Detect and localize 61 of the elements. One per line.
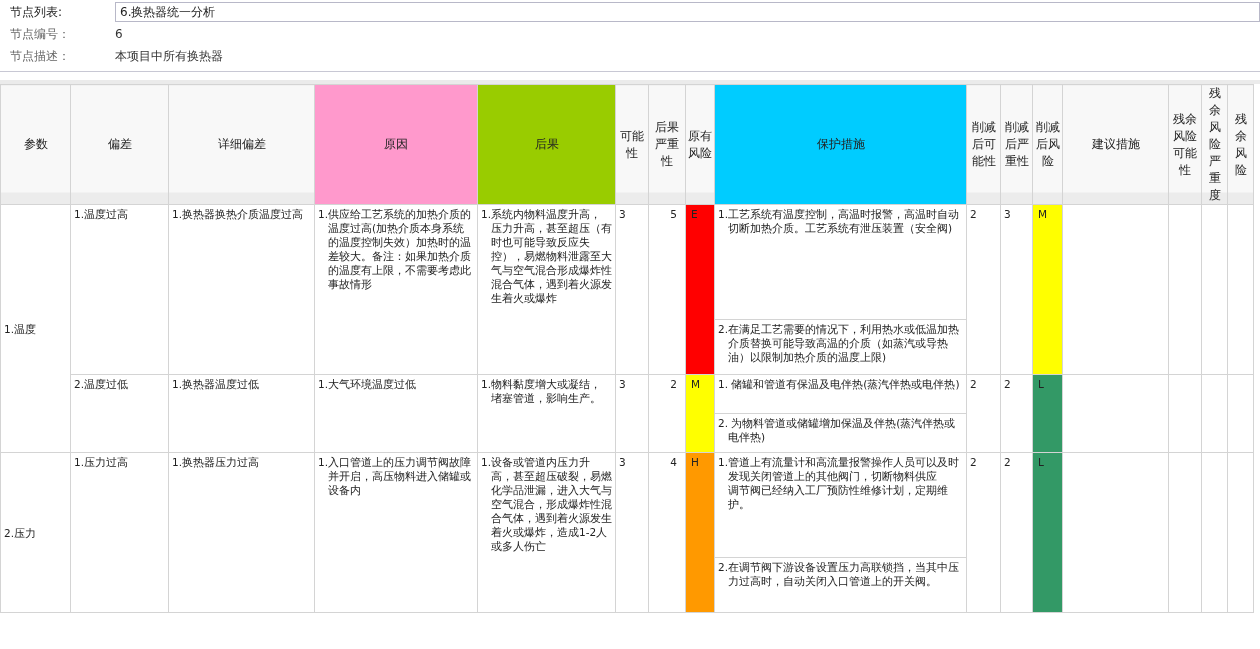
table-cell: 3: [615, 204, 649, 375]
table-cell: 5: [648, 204, 686, 375]
node-description-label: 节点描述：: [9, 47, 71, 65]
protection-text: 1. 储罐和管道有保温及电伴热(蒸汽伴热或电伴热): [718, 377, 961, 391]
table-cell: 1.供应给工艺系统的加热介质的温度过高(加热介质本身系统的温度控制失效）加热时的温差较大。备注：如果加热介质的温度有上限，不需要考虑此事故情形: [314, 204, 478, 375]
column-header[interactable]: 建议措施: [1062, 84, 1169, 205]
protection-text: 2. 为物料管道或储罐增加保温及伴热(蒸汽伴热或电伴热): [718, 416, 957, 444]
risk-cell: H: [685, 452, 715, 613]
table-cell: 2: [966, 374, 1001, 453]
table-cell: 2: [966, 204, 1001, 375]
table-cell: 1.入口管道上的压力调节阀故障并开启，高压物料进入储罐或设备内: [314, 452, 478, 613]
column-header[interactable]: 残余风险: [1227, 84, 1254, 205]
protection-text: 1.工艺系统有温度控制，高温时报警，高温时自动切断加热介质。工艺系统有泄压装置（安全阀): [718, 207, 961, 235]
risk-cell: E: [685, 204, 715, 375]
risk-cell: M: [685, 374, 715, 453]
column-header[interactable]: 后果严重性: [648, 84, 686, 205]
table-cell: 1.换热器温度过低: [168, 374, 315, 453]
column-header[interactable]: 参数: [0, 84, 71, 205]
table-cell: 1.设备或管道内压力升高，甚至超压破裂，易燃化学品泄漏，进入大气与空气混合，形成爆炸性混合气体，遇到着火源发生着火或爆炸，造成1-2人或多人伤亡: [477, 452, 616, 613]
table-cell: 2: [1000, 374, 1033, 453]
column-header[interactable]: 偏差: [70, 84, 169, 205]
column-header[interactable]: 后果: [477, 84, 616, 205]
column-header[interactable]: 原因: [314, 84, 478, 205]
table-cell: 1.温度: [0, 204, 71, 453]
table-cell: 2.压力: [0, 452, 71, 613]
column-header[interactable]: 可能性: [615, 84, 649, 205]
table-cell: 3: [615, 374, 649, 453]
protection-text: 2.在满足工艺需要的情况下，利用热水或低温加热介质替换可能导致高温的介质（如蒸汽或导热油）以限制加热介质的温度上限): [718, 322, 961, 364]
node-list-field[interactable]: 6.换热器统一分析: [115, 2, 1260, 22]
risk-cell: L: [1032, 452, 1063, 613]
table-cell: 2: [648, 374, 686, 453]
node-description-value: 本项目中所有换热器: [115, 47, 223, 65]
table-cell: 1.换热器压力过高: [168, 452, 315, 613]
table-cell: 2: [966, 452, 1001, 613]
table-cell: 1.压力过高: [70, 452, 169, 613]
table-cell: 1.系统内物料温度升高，压力升高，甚至超压（有时也可能导致反应失控），易燃物料泄露至大气与空气混合形成爆炸性混合气体，遇到着火源发生着火或爆炸: [477, 204, 616, 375]
node-number-value: 6: [115, 27, 123, 41]
column-header[interactable]: 削减后严重性: [1000, 84, 1033, 205]
table-cell: 1.换热器换热介质温度过高: [168, 204, 315, 375]
node-number-label: 节点编号：: [9, 25, 71, 43]
table-cell: 2.温度过低: [70, 374, 169, 453]
protection-text: 1.管道上有流量计和高流量报警操作人员可以及时发现关闭管道上的其他阀门，切断物料供应: [718, 455, 961, 483]
table-cell: 2: [1000, 452, 1033, 613]
table-cell: 1.温度过高: [70, 204, 169, 375]
column-header[interactable]: 削减后风险: [1032, 84, 1063, 205]
table-cell: 1.物料黏度增大或凝结，堵塞管道，影响生产。: [477, 374, 616, 453]
column-header[interactable]: 保护措施: [714, 84, 967, 205]
table-cell: 4: [648, 452, 686, 613]
column-header[interactable]: 残余风险可能性: [1168, 84, 1202, 205]
protection-text: 调节阀已经纳入工厂预防性维修计划，定期维护。: [727, 483, 949, 511]
protection-text: 2.在调节阀下游设备设置压力高联锁挡，当其中压力过高时，自动关闭入口管道上的开关阀。: [718, 560, 961, 588]
table-cell: 3: [1000, 204, 1033, 375]
column-header[interactable]: 残余风险严重度: [1201, 84, 1228, 205]
table-cell: 1.大气环境温度过低: [314, 374, 478, 453]
node-list-label: 节点列表:: [9, 3, 64, 21]
table-cell: 3: [615, 452, 649, 613]
column-header[interactable]: 原有风险: [685, 84, 715, 205]
column-header[interactable]: 详细偏差: [168, 84, 315, 205]
risk-cell: L: [1032, 374, 1063, 453]
risk-cell: M: [1032, 204, 1063, 375]
column-header[interactable]: 削减后可能性: [966, 84, 1001, 205]
